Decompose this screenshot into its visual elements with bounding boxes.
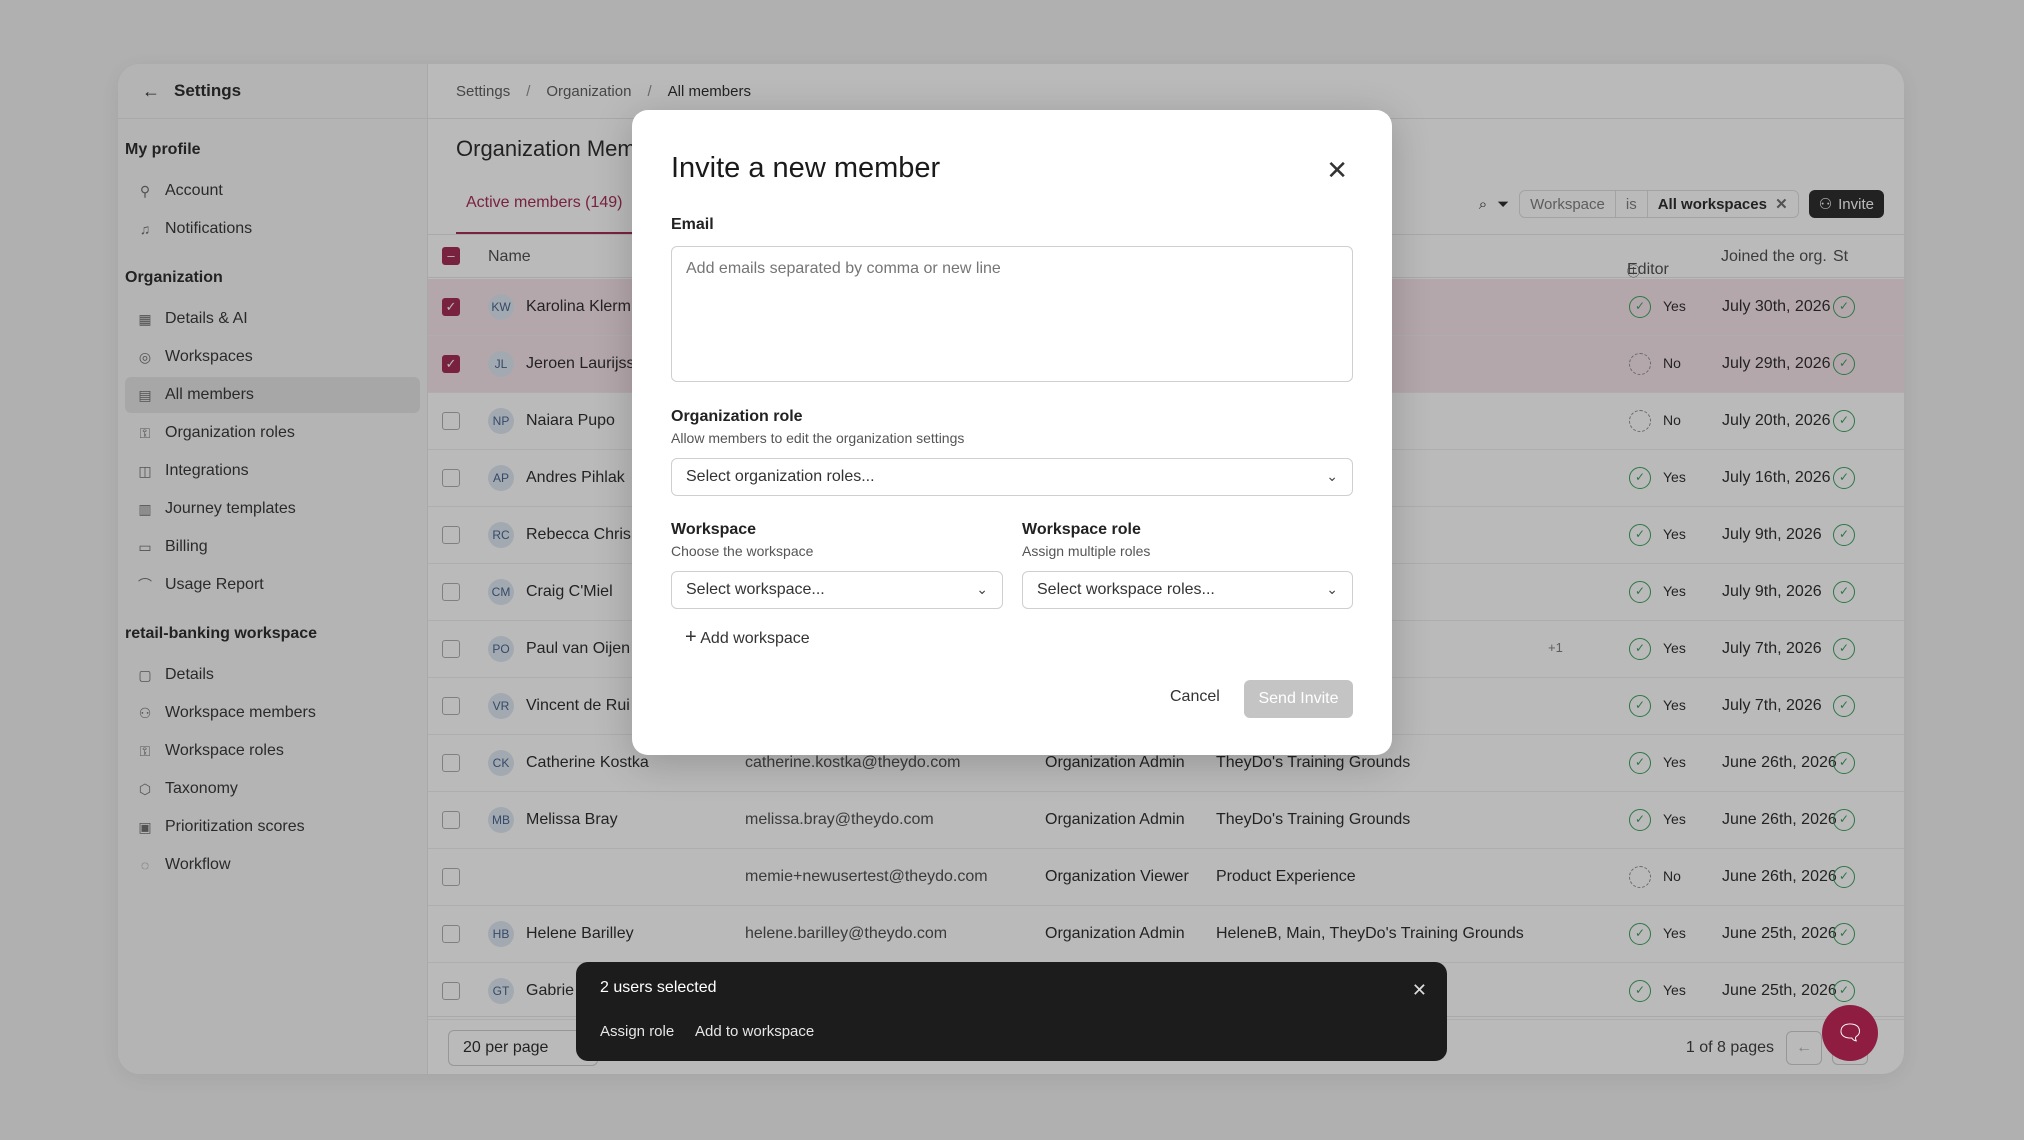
chevron-down-icon: ⌄ [1326, 468, 1338, 484]
chevron-down-icon: ⌄ [1326, 581, 1338, 597]
org-role-label: Organization role [671, 408, 803, 425]
close-icon[interactable]: ✕ [1326, 155, 1348, 186]
selection-bar: 2 users selected ✕ Assign role Add to wo… [576, 962, 1447, 1061]
org-role-select[interactable]: Select organization roles... ⌄ [671, 458, 1353, 496]
workspace-role-help: Assign multiple roles [1022, 543, 1151, 559]
selection-count: 2 users selected [600, 979, 717, 996]
add-to-workspace-button[interactable]: Add to workspace [695, 1023, 814, 1040]
invite-member-dialog: Invite a new member ✕ Email Organization… [632, 110, 1392, 755]
org-role-help: Allow members to edit the organization s… [671, 430, 965, 446]
chevron-down-icon: ⌄ [976, 581, 988, 597]
plus-icon: + [685, 626, 697, 648]
workspace-label: Workspace [671, 521, 757, 538]
workspace-help: Choose the workspace [671, 543, 814, 559]
close-icon[interactable]: ✕ [1412, 980, 1427, 1001]
assign-role-button[interactable]: Assign role [600, 1023, 674, 1040]
chat-icon[interactable]: 🗨 [1822, 1005, 1878, 1061]
send-invite-button[interactable]: Send Invite [1244, 680, 1353, 718]
workspace-select[interactable]: Select workspace... ⌄ [671, 571, 1003, 609]
cancel-button[interactable]: Cancel [1170, 688, 1220, 706]
workspace-role-label: Workspace role [1022, 521, 1141, 538]
email-field[interactable] [671, 246, 1353, 382]
email-label: Email [671, 216, 714, 233]
dialog-title: Invite a new member [671, 152, 941, 184]
add-workspace-button[interactable]: + Add workspace [685, 626, 810, 649]
workspace-role-select[interactable]: Select workspace roles... ⌄ [1022, 571, 1353, 609]
